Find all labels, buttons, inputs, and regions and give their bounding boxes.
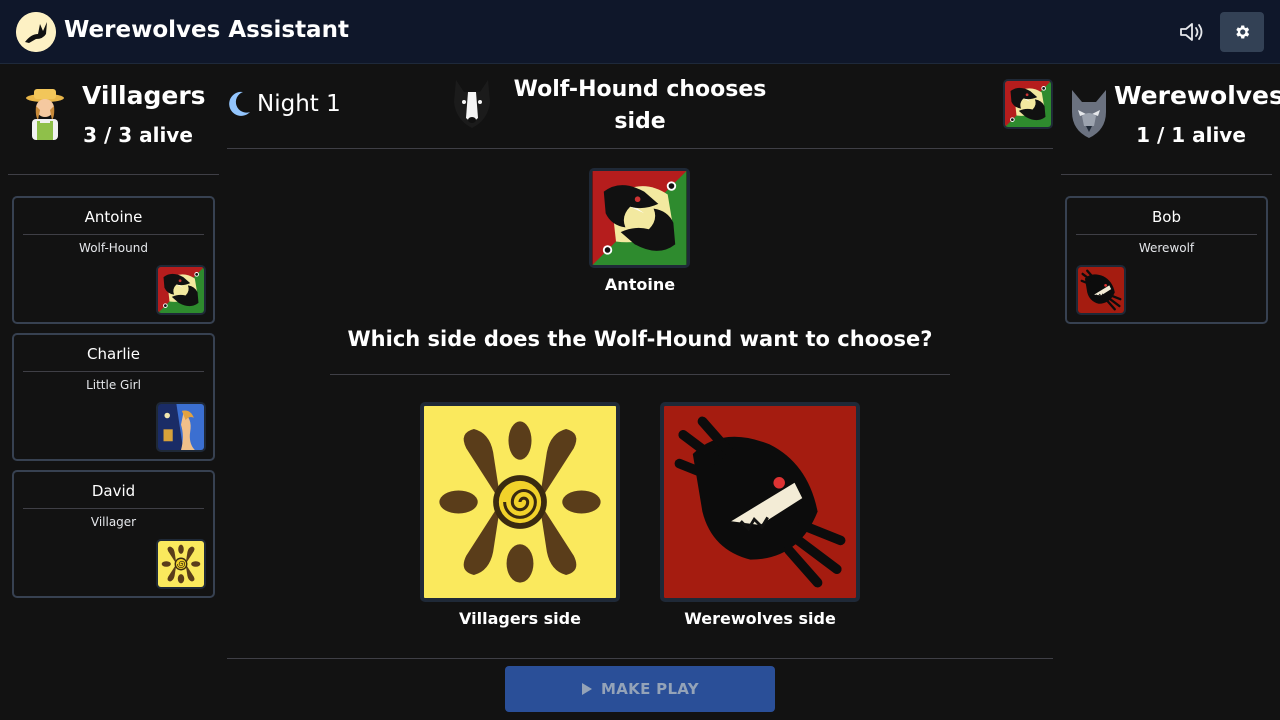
villagers-team-name: Villagers xyxy=(82,81,206,110)
little-girl-card-icon xyxy=(156,402,206,452)
moon-icon xyxy=(226,90,252,118)
player-divider xyxy=(23,508,204,509)
villagers-alive-count: 3 / 3 alive xyxy=(83,123,193,147)
play-question: Which side does the Wolf-Hound want to c… xyxy=(347,327,933,351)
step-title: Wolf-Hound chooses side xyxy=(513,77,767,134)
werewolves-team-name: Werewolves xyxy=(1114,81,1280,110)
speaker-icon xyxy=(1180,23,1203,41)
make-play-button[interactable]: MAKE PLAY xyxy=(505,666,775,712)
player-card-antoine[interactable]: Antoine Wolf-Hound xyxy=(12,196,215,324)
footer-divider xyxy=(227,658,1053,659)
player-name: Bob xyxy=(1152,208,1181,226)
make-play-label: MAKE PLAY xyxy=(601,680,699,698)
villagers-side-label: Villagers side xyxy=(459,609,581,628)
werewolf-card-icon xyxy=(1076,265,1126,315)
player-card-david[interactable]: David Villager xyxy=(12,470,215,598)
wolf-hound-card-icon xyxy=(1003,79,1053,129)
player-role: Wolf-Hound xyxy=(79,241,148,255)
player-divider xyxy=(1076,234,1257,235)
sound-toggle-button[interactable] xyxy=(1172,12,1212,52)
question-divider xyxy=(330,374,950,375)
villagers-divider xyxy=(8,174,219,175)
villagers-side-option[interactable] xyxy=(420,402,620,602)
player-divider xyxy=(23,234,204,235)
werewolves-alive-count: 1 / 1 alive xyxy=(1136,123,1246,147)
werewolf-avatar-icon xyxy=(1066,86,1112,140)
player-card-charlie[interactable]: Charlie Little Girl xyxy=(12,333,215,461)
player-name: David xyxy=(91,482,136,500)
villager-avatar-icon xyxy=(22,86,68,140)
target-player-card xyxy=(589,168,690,268)
player-role: Villager xyxy=(90,515,137,529)
player-divider xyxy=(23,371,204,372)
settings-button[interactable] xyxy=(1220,12,1264,52)
wolf-hound-face-icon xyxy=(450,78,494,130)
app-logo[interactable] xyxy=(16,12,56,52)
werewolves-side-label: Werewolves side xyxy=(684,609,836,628)
player-name: Charlie xyxy=(87,345,140,363)
werewolves-side-option[interactable] xyxy=(660,402,860,602)
top-bar: Werewolves Assistant xyxy=(0,0,1280,64)
werewolves-divider xyxy=(1061,174,1272,175)
player-name: Antoine xyxy=(84,208,143,226)
player-role: Little Girl xyxy=(86,378,141,392)
villager-card-icon xyxy=(156,539,206,589)
player-card-bob[interactable]: Bob Werewolf xyxy=(1065,196,1268,324)
app-title: Werewolves Assistant xyxy=(64,17,349,43)
play-icon xyxy=(582,683,593,695)
header-divider xyxy=(227,148,1053,149)
player-role: Werewolf xyxy=(1138,241,1195,255)
gear-icon xyxy=(1236,25,1250,39)
wolf-hound-card-icon xyxy=(156,265,206,315)
phase-label: Night 1 xyxy=(257,91,341,117)
target-player-name: Antoine xyxy=(604,275,676,294)
